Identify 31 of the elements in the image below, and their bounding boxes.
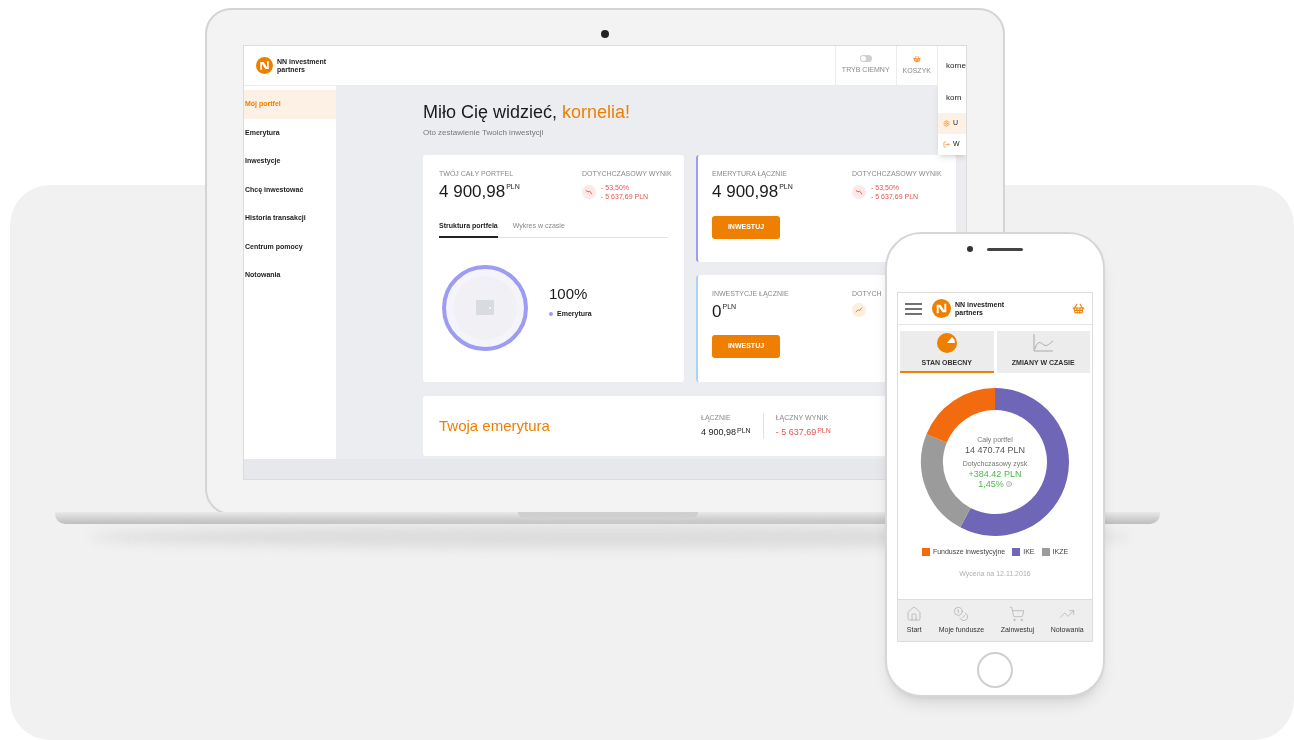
gain-percent: 1,45% <box>978 479 1004 489</box>
basket-icon <box>912 54 921 63</box>
dropdown-user-name: korn <box>945 92 963 104</box>
home-button[interactable] <box>977 652 1013 688</box>
line-chart-icon <box>1032 333 1055 353</box>
basket-icon[interactable] <box>1072 302 1085 315</box>
info-icon[interactable] <box>1005 481 1012 487</box>
cart-icon <box>1009 605 1026 622</box>
user-name: kornelia! <box>562 101 631 123</box>
amount: 4 900,98 <box>439 182 506 200</box>
pie-chart-icon <box>936 333 957 353</box>
home-icon <box>906 605 923 622</box>
amount: 0 <box>712 302 722 320</box>
phone-speaker-icon <box>987 247 1023 251</box>
retirement-title: Twoja emerytura <box>439 415 551 436</box>
settings-icon <box>943 120 950 127</box>
gain-amount: +384.42 PLN <box>968 469 1022 479</box>
subtitle: Oto zestawienie Twoich inwestycji <box>423 127 544 139</box>
logo-icon <box>256 57 273 74</box>
share-percent: 100% <box>549 283 589 304</box>
donut-total: 14 470.74 PLN <box>964 445 1025 455</box>
logout-icon <box>943 141 950 148</box>
amount: 4 900,98 <box>712 182 779 200</box>
menu-icon[interactable] <box>905 302 922 315</box>
total-amount: 4 900,98 <box>701 425 737 439</box>
greeting: Miło Cię widzieć, <box>423 101 558 123</box>
logo-icon <box>932 299 951 318</box>
camera-icon <box>601 30 609 38</box>
coins-icon <box>953 605 970 622</box>
result-amount: - 5 637,69 <box>775 425 817 439</box>
phone-camera-icon <box>967 246 973 252</box>
